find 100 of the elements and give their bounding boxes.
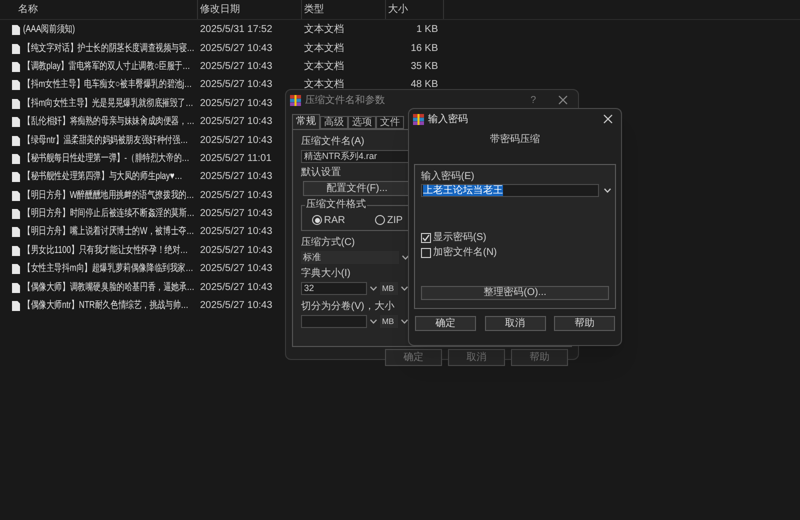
- checkbox-label: 显示密码(S): [433, 232, 486, 244]
- file-date: 2025/5/27 11:01: [200, 152, 272, 164]
- document-icon: [12, 117, 20, 128]
- column-header[interactable]: 大小: [386, 0, 444, 19]
- document-icon: [12, 80, 20, 90]
- selected-text: 上老王论坛当老王: [423, 185, 503, 196]
- file-date: 2025/5/27 10:43: [200, 263, 272, 274]
- input-field[interactable]: 32: [301, 282, 367, 295]
- file-name[interactable]: 【明日方舟】时间停止后被连续不断姦淫的莫斯…: [23, 208, 195, 220]
- file-name[interactable]: 【绿母ntr】温柔甜美的妈妈被朋友强奸种付强…: [23, 134, 188, 147]
- file-date: 2025/5/27 10:43: [200, 171, 272, 182]
- dropdown[interactable]: 标准: [301, 251, 399, 264]
- document-icon: [12, 62, 20, 72]
- dialog-button[interactable]: 帮助: [554, 316, 615, 331]
- file-type: 文本文档: [303, 60, 345, 73]
- file-name[interactable]: 【偶像大师】调教嘴硬臭脸的哈基円香，逼她承…: [23, 282, 195, 294]
- document-icon: [12, 227, 20, 238]
- document-icon: [12, 264, 20, 274]
- file-date: 2025/5/31 17:52: [200, 24, 272, 36]
- tab[interactable]: 常规: [292, 114, 320, 129]
- dropdown[interactable]: MB: [380, 282, 398, 295]
- column-header[interactable]: 修改日期: [198, 0, 302, 19]
- tab[interactable]: 选项: [348, 116, 376, 129]
- file-date: 2025/5/27 10:43: [200, 282, 272, 293]
- stacked-books-icon: [413, 114, 424, 124]
- file-name[interactable]: 【秘书舰每日性处理第一弹】-（腓特烈大帝的…: [23, 152, 190, 165]
- help-button[interactable]: ?: [530, 92, 536, 108]
- file-name[interactable]: 【女性主导抖m向】超爆乳萝莉偶像降临到我家…: [23, 263, 194, 276]
- dialog-subtitle: 带密码压缩: [490, 134, 540, 146]
- file-date: 2025/5/27 10:43: [200, 98, 272, 109]
- chevron-down-icon[interactable]: [401, 319, 408, 324]
- file-date: 2025/5/27 10:43: [200, 226, 272, 238]
- file-size: 1 KB: [415, 24, 439, 36]
- radio-button[interactable]: [375, 215, 386, 225]
- input-field[interactable]: [301, 315, 367, 328]
- document-icon: [12, 246, 20, 256]
- tab[interactable]: 高级: [320, 116, 348, 129]
- file-name[interactable]: 【男女比1100】只有我才能让女性怀孕！绝对…: [23, 244, 188, 257]
- document-icon: [12, 136, 20, 146]
- checkbox[interactable]: [421, 233, 431, 243]
- file-name[interactable]: 【偶像大师ntr】NTR耐久色情综艺，挑战与帅…: [23, 300, 189, 312]
- close-icon[interactable]: [603, 114, 613, 124]
- document-icon: [12, 190, 20, 201]
- file-name[interactable]: 【调教play】雷电将军的双人寸止调教○臣服于…: [23, 60, 190, 73]
- field-label: 默认设置: [301, 167, 341, 179]
- document-icon: [12, 282, 20, 293]
- chevron-down-icon[interactable]: [370, 319, 377, 324]
- file-date: 2025/5/27 10:43: [200, 42, 272, 54]
- file-size: 35 KB: [410, 60, 439, 73]
- document-icon: [12, 25, 20, 36]
- file-name[interactable]: 【纯文字对话】护士长的阴茎长度调查视频与寝…: [23, 42, 195, 55]
- close-icon[interactable]: [558, 95, 568, 105]
- field-label: 输入密码(E): [421, 171, 474, 183]
- radio-button[interactable]: [312, 215, 322, 225]
- chevron-down-icon[interactable]: [370, 286, 377, 291]
- file-name[interactable]: 【明日方舟】嘴上说着讨厌博士的W，被博士夺…: [23, 226, 194, 238]
- stacked-books-icon: [290, 94, 301, 106]
- radio-label: ZIP: [387, 214, 403, 228]
- column-header[interactable]: 名称: [0, 0, 198, 19]
- file-date: 2025/5/27 10:43: [200, 300, 272, 312]
- password-field[interactable]: 上老王论坛当老王: [421, 184, 599, 197]
- chevron-down-icon[interactable]: [401, 286, 408, 291]
- field-label: 切分为分卷(V)，大小: [301, 301, 394, 313]
- file-name[interactable]: (AAA阅前须知): [23, 24, 75, 36]
- group-label: 压缩文件格式: [305, 199, 367, 211]
- document-icon: [12, 209, 20, 220]
- window-title: 压缩文件名和参数: [305, 94, 386, 108]
- tab[interactable]: 文件: [376, 116, 404, 129]
- profile-button[interactable]: 配置文件(F)...: [303, 181, 411, 196]
- document-icon: [12, 44, 20, 54]
- chevron-down-icon[interactable]: [402, 255, 409, 260]
- file-date: 2025/5/27 10:43: [200, 244, 272, 256]
- file-type: 文本文档: [303, 24, 345, 36]
- field-label: 字典大小(I): [301, 268, 350, 280]
- dropdown[interactable]: MB: [380, 315, 398, 328]
- document-icon: [12, 98, 20, 109]
- dialog-button[interactable]: 确定: [415, 316, 476, 331]
- file-date: 2025/5/27 10:43: [200, 190, 272, 201]
- chevron-down-icon[interactable]: [604, 188, 611, 193]
- file-name[interactable]: 【秘书舰性处理第四弹】与大凤的师生play♥…: [23, 171, 182, 184]
- document-icon: [12, 154, 20, 164]
- file-name[interactable]: 【抖m向女性主导】光是晃晃爆乳就彻底摧毁了…: [23, 98, 194, 110]
- file-name[interactable]: 【明日方舟】W醉醺醺地用挑衅的语气撩拨我的…: [23, 190, 194, 202]
- dialog-button[interactable]: 取消: [484, 316, 546, 331]
- column-header[interactable]: 类型: [302, 0, 386, 19]
- document-icon: [12, 301, 20, 312]
- manage-passwords-button[interactable]: 整理密码(O)...: [421, 286, 609, 300]
- checkbox[interactable]: [421, 248, 431, 258]
- checkbox-label: 加密文件名(N): [433, 247, 497, 259]
- field-label: 压缩文件名(A): [301, 136, 364, 148]
- file-size: 48 KB: [410, 79, 439, 92]
- file-date: 2025/5/27 10:43: [200, 116, 272, 128]
- file-name[interactable]: 【抖m女性主导】电车痴女○被丰臀爆乳的碧池j…: [23, 79, 192, 92]
- file-date: 2025/5/27 10:43: [200, 60, 272, 72]
- file-date: 2025/5/27 10:43: [200, 79, 272, 90]
- radio-label: RAR: [324, 214, 346, 228]
- field-label: 压缩方式(C): [301, 237, 355, 249]
- document-icon: [12, 172, 20, 182]
- file-name[interactable]: 【乱伦相奸】将痴熟的母亲与妹妹肏成肉便器，…: [23, 116, 195, 128]
- file-date: 2025/5/27 10:43: [200, 208, 272, 220]
